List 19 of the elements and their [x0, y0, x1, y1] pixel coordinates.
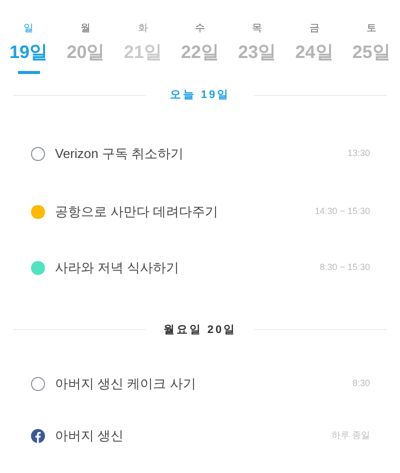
day-tab[interactable]: 금 24일: [286, 22, 343, 78]
event-time: 13:30: [347, 146, 370, 160]
event-title[interactable]: 사라와 저녁 식사하기: [55, 258, 180, 278]
section-header: 월요일 20일: [162, 322, 238, 338]
day-tab[interactable]: 토 25일: [342, 22, 400, 78]
event-time: 하루 종일: [331, 429, 370, 442]
facebook-icon: [31, 429, 45, 443]
section-header: 오늘 19일: [168, 88, 232, 103]
event-title[interactable]: Verizon 구독 취소하기: [55, 144, 184, 164]
event-title[interactable]: 공항으로 사만다 데려다주기: [55, 202, 218, 222]
event-title[interactable]: 아버지 생신 케이크 사기: [55, 374, 196, 394]
event-time: 8:30: [352, 377, 370, 390]
day-tab[interactable]: 월 20일: [57, 22, 114, 78]
event-time: 8:30 ~ 15:30: [320, 260, 370, 274]
event-time: 14:30 ~ 15:30: [314, 204, 370, 218]
day-tab[interactable]: 일 19일: [0, 22, 58, 78]
day-tab[interactable]: 목 23일: [228, 22, 286, 78]
event-title[interactable]: 아버지 생신: [55, 426, 124, 446]
day-tab[interactable]: 수 22일: [171, 22, 229, 78]
